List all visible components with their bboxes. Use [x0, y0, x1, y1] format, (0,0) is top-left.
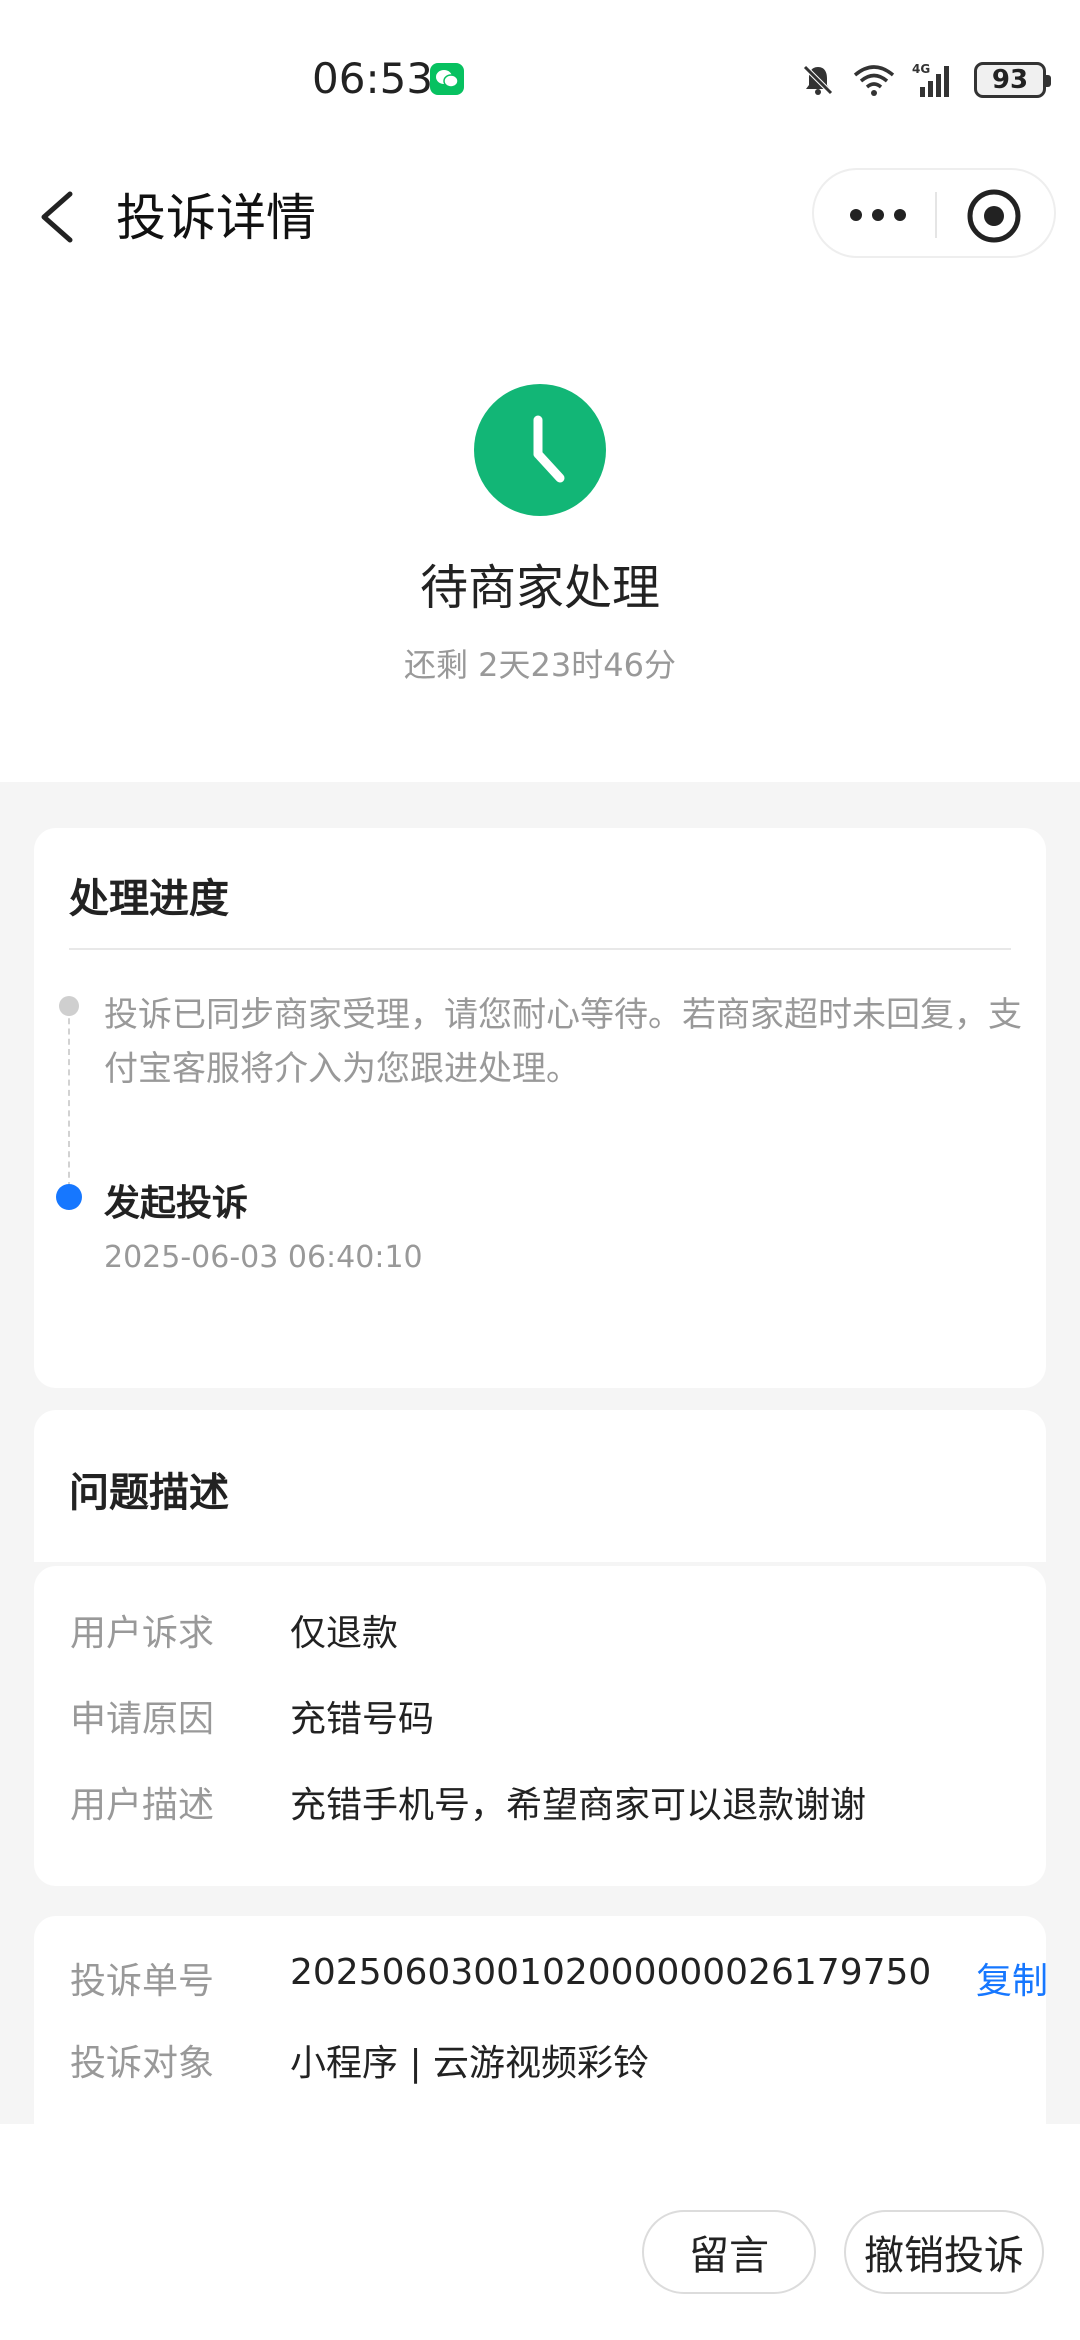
bottom-action-bar: 留言 撤销投诉 — [0, 2124, 1080, 2340]
status-bar: 06:53 4G 93 — [0, 0, 1080, 160]
timeline-dot-active — [56, 1184, 82, 1210]
page-title: 投诉详情 — [116, 189, 316, 247]
progress-card: 处理进度 投诉已同步商家受理，请您耐心等待。若商家超时未回复，支付宝客服将介入为… — [34, 828, 1046, 1388]
close-target-icon[interactable] — [964, 186, 1024, 246]
signal-4g-icon: 4G — [912, 62, 949, 97]
timeline-event-title: 发起投诉 — [104, 1183, 249, 1224]
order-card: 投诉单号 2025060300102000000026179750 复制 投诉对… — [34, 1916, 1048, 2126]
progress-title: 处理进度 — [69, 876, 229, 922]
issue-value: 充错号码 — [290, 1699, 435, 1740]
wifi-icon — [853, 65, 895, 96]
back-arrow-icon[interactable] — [30, 182, 90, 252]
cancel-complaint-button[interactable]: 撤销投诉 — [844, 2210, 1044, 2294]
issue-card-body: 用户诉求 仅退款 申请原因 充错号码 用户描述 充错手机号，希望商家可以退款谢谢 — [34, 1566, 1046, 1886]
issue-label: 用户诉求 — [70, 1613, 215, 1654]
timeline-line — [68, 1008, 70, 1188]
issue-title: 问题描述 — [69, 1470, 229, 1516]
status-title: 待商家处理 — [419, 560, 660, 616]
copy-button[interactable]: 复制 — [976, 1952, 1048, 2004]
order-label: 投诉单号 — [70, 1961, 215, 2002]
bell-muted-icon — [803, 65, 833, 95]
mini-program-capsule — [812, 168, 1056, 258]
issue-value: 仅退款 — [290, 1613, 399, 1654]
more-icon[interactable] — [846, 198, 910, 232]
issue-label: 申请原因 — [70, 1699, 215, 1740]
battery-icon: 93 — [974, 62, 1051, 98]
svg-text:4G: 4G — [912, 62, 930, 76]
clock-icon — [474, 384, 606, 516]
order-value: 小程序 | 云游视频彩铃 — [290, 2043, 650, 2084]
nav-bar: 投诉详情 — [0, 160, 1080, 270]
status-time: 06:53 — [312, 54, 434, 103]
issue-card-header: 问题描述 — [34, 1410, 1046, 1562]
wechat-icon — [430, 63, 464, 95]
issue-label: 用户描述 — [70, 1785, 215, 1826]
capsule-divider — [935, 192, 937, 238]
status-icons: 4G 93 — [800, 58, 1051, 102]
timeline-event-time: 2025-06-03 06:40:10 — [104, 1240, 423, 1275]
issue-value: 充错手机号，希望商家可以退款谢谢 — [290, 1785, 867, 1826]
progress-divider — [69, 948, 1011, 950]
status-remaining: 还剩 2天23时46分 — [404, 646, 676, 684]
timeline-dot-pending — [59, 996, 79, 1016]
order-label: 投诉对象 — [70, 2043, 215, 2084]
order-value: 2025060300102000000026179750 — [290, 1952, 932, 1993]
message-button[interactable]: 留言 — [642, 2210, 816, 2294]
timeline-note: 投诉已同步商家受理，请您耐心等待。若商家超时未回复，支付宝客服将介入为您跟进处理… — [104, 995, 1022, 1089]
